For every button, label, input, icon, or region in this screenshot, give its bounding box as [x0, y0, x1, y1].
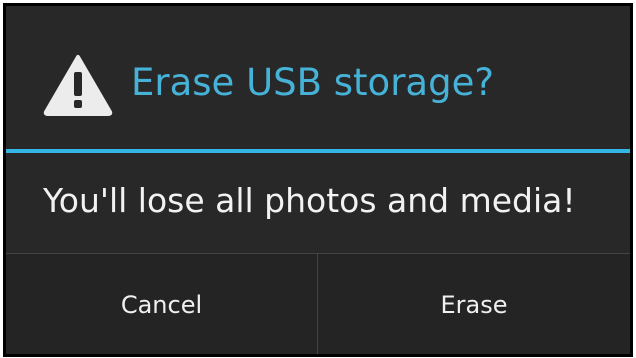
dialog-message: You'll lose all photos and media!	[43, 181, 576, 220]
warning-icon	[43, 55, 113, 116]
dialog-button-bar: Cancel Erase	[6, 253, 630, 354]
erase-button[interactable]: Erase	[318, 254, 630, 354]
dialog-message-area: You'll lose all photos and media!	[6, 153, 630, 253]
dialog-title-bar: Erase USB storage?	[6, 6, 630, 149]
erase-usb-dialog: Erase USB storage? You'll lose all photo…	[3, 3, 633, 357]
cancel-button[interactable]: Cancel	[6, 254, 317, 354]
dialog-title: Erase USB storage?	[131, 61, 494, 104]
